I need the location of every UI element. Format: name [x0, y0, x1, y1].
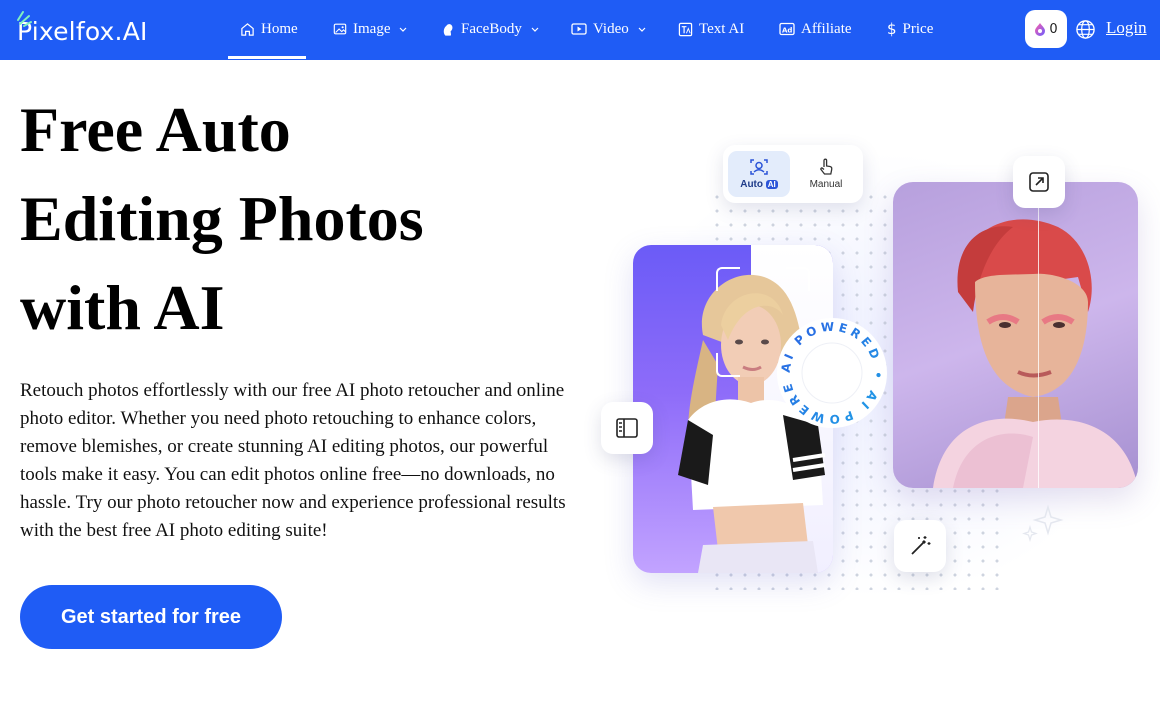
credits-badge[interactable]: 0 [1025, 10, 1067, 48]
nav-item-label: Video [593, 20, 629, 37]
svg-text:Ad: Ad [782, 27, 792, 35]
nav-item-label: Price [902, 20, 934, 37]
video-icon [571, 23, 587, 35]
home-icon [241, 22, 254, 36]
before-after-divider[interactable] [1038, 182, 1039, 488]
face-scan-icon [750, 159, 768, 175]
nav-item-label: Text AI [699, 20, 745, 37]
edit-mode-toggle: Auto AI Manual [723, 145, 863, 203]
nav-item-price[interactable]: $ Price [887, 0, 933, 58]
manual-mode-button[interactable]: Manual [795, 151, 857, 197]
magic-wand-icon [911, 536, 931, 555]
nav-item-home[interactable]: Home [240, 0, 298, 58]
hero-title-line: Editing Photos [20, 183, 424, 254]
logo-spark-icon [17, 11, 32, 27]
nav-item-label: FaceBody [461, 20, 522, 37]
auto-mode-label: Auto [740, 179, 763, 190]
get-started-button[interactable]: Get started for free [20, 585, 282, 649]
hero-description: Retouch photos effortlessly with our fre… [20, 380, 566, 541]
top-navbar: Pixelfox.AI Home Image FaceBody Video Te… [0, 0, 1160, 60]
sparkle-icon [1022, 504, 1064, 542]
after-photo-card [893, 182, 1138, 488]
auto-ai-mode-button[interactable]: Auto AI [728, 151, 790, 197]
login-link[interactable]: Login [1106, 18, 1147, 38]
logo-text: Pixelfox.AI [17, 16, 148, 46]
expand-button[interactable] [1013, 156, 1065, 208]
hero-title-line: Free Auto [20, 94, 291, 165]
face-body-icon [443, 23, 453, 36]
nav-item-video[interactable]: Video [571, 0, 647, 58]
hero-title: Free Auto Editing Photos with AI [20, 85, 580, 352]
compare-panel-icon [616, 418, 638, 438]
text-ai-icon [678, 22, 693, 36]
expand-icon [1029, 172, 1049, 192]
hand-pointer-icon [820, 158, 833, 175]
image-icon [333, 23, 347, 35]
chevron-down-icon [638, 27, 646, 32]
chevron-down-icon [531, 27, 539, 32]
magic-wand-button[interactable] [894, 520, 946, 572]
logo[interactable]: Pixelfox.AI [17, 11, 148, 48]
credit-drop-icon [1035, 23, 1046, 36]
nav-item-label: Image [353, 20, 391, 37]
affiliate-icon: Ad [779, 22, 795, 36]
nav-active-indicator [228, 56, 306, 59]
dollar-icon: $ [887, 20, 897, 38]
manual-mode-label: Manual [809, 179, 843, 190]
globe-icon[interactable] [1075, 19, 1096, 40]
red-hair-portrait-image [933, 219, 1138, 488]
nav-item-label: Home [261, 20, 298, 37]
nav-item-image[interactable]: Image [333, 0, 408, 58]
chevron-down-icon [400, 27, 407, 32]
nav-item-text-ai[interactable]: Text AI [678, 0, 744, 58]
ai-chip: AI [765, 180, 778, 189]
hero-illustration: Auto AI Manual AI POWERED • AI POWERE [590, 120, 1160, 620]
credits-count: 0 [1049, 21, 1058, 37]
nav-item-facebody[interactable]: FaceBody [441, 0, 540, 58]
nav-item-affiliate[interactable]: Ad Affiliate [779, 0, 852, 58]
compare-button[interactable] [601, 402, 653, 454]
nav-item-label: Affiliate [801, 20, 852, 37]
hero-title-line: with AI [20, 272, 225, 343]
ai-powered-badge: AI POWERED • AI POWERED • [775, 316, 887, 428]
